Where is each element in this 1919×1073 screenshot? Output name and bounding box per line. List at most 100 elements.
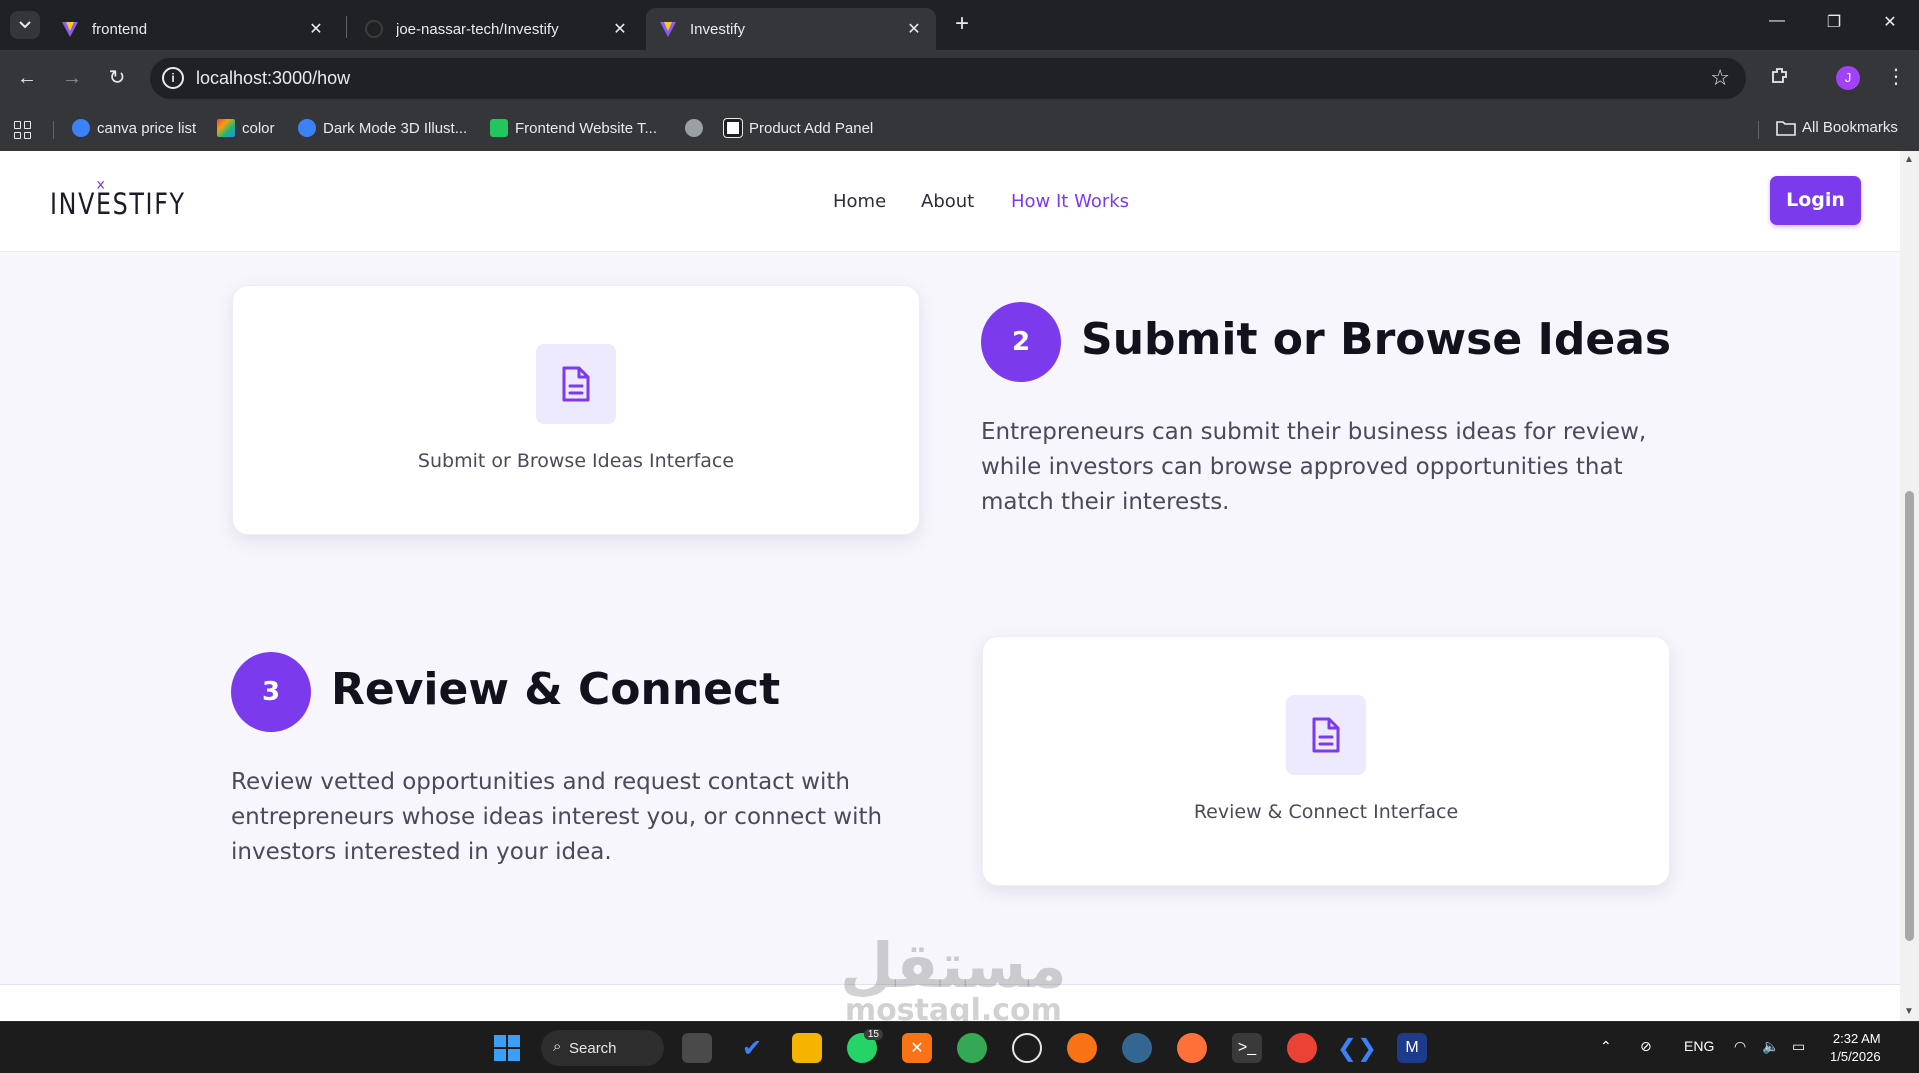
step-number-badge: 2	[981, 302, 1061, 382]
vscode-icon[interactable]: ❮❯	[1337, 1033, 1377, 1063]
scroll-down-icon[interactable]: ▼	[1904, 1006, 1914, 1017]
all-bookmarks-button[interactable]: All Bookmarks	[1776, 119, 1898, 136]
search-icon: ⌕	[553, 1038, 562, 1055]
todo-icon[interactable]: ✔	[737, 1033, 767, 1063]
bookmark-item[interactable]	[685, 119, 703, 137]
bookmarks-separator	[1758, 121, 1759, 139]
new-tab-button[interactable]: +	[950, 12, 974, 36]
taskbar-search[interactable]: ⌕ Search	[541, 1030, 664, 1066]
forward-arrow-icon[interactable]: →	[58, 64, 86, 92]
back-arrow-icon[interactable]: ←	[13, 64, 41, 92]
browser-tab[interactable]: joe-nassar-tech/Investify ✕	[352, 8, 642, 50]
github-icon	[365, 20, 383, 38]
bookmarks-separator	[53, 121, 54, 139]
more-menu-icon[interactable]: ⋮	[1886, 64, 1906, 89]
wifi-icon[interactable]: ◠	[1734, 1038, 1746, 1055]
login-button[interactable]: Login	[1770, 176, 1861, 225]
document-icon-box	[536, 344, 616, 424]
network-off-icon[interactable]: ⊘	[1640, 1038, 1652, 1055]
restore-icon[interactable]: ❐	[1819, 12, 1849, 32]
close-icon[interactable]: ✕	[904, 19, 924, 39]
tab-search-button[interactable]	[10, 11, 40, 39]
bookmark-item[interactable]: canva price list	[72, 119, 196, 137]
tab-title: frontend	[92, 20, 148, 38]
canva-icon	[298, 119, 316, 137]
terminal-icon[interactable]: >_	[1232, 1033, 1262, 1063]
document-icon-box	[1286, 695, 1366, 775]
notification-badge: 15	[863, 1029, 883, 1040]
frontend-icon	[490, 119, 508, 137]
card-label: Submit or Browse Ideas Interface	[417, 450, 735, 472]
bookmark-label: Product Add Panel	[749, 119, 874, 137]
volume-icon[interactable]: 🔈	[1762, 1038, 1779, 1055]
bookmark-item[interactable]: color	[217, 119, 275, 137]
battery-icon[interactable]: ▭	[1792, 1038, 1805, 1055]
browser-tab[interactable]: frontend ✕	[48, 8, 338, 50]
browser-tab-active[interactable]: Investify ✕	[646, 8, 936, 50]
firefox-icon[interactable]	[1177, 1033, 1207, 1063]
vite-icon	[62, 22, 78, 37]
profile-avatar[interactable]: J	[1836, 66, 1860, 90]
document-icon	[562, 366, 590, 402]
document-icon	[1312, 717, 1340, 753]
xampp-icon[interactable]: ✕	[902, 1033, 932, 1063]
bookmark-label: color	[242, 119, 275, 137]
close-icon[interactable]: ✕	[306, 19, 326, 39]
chrome-icon[interactable]	[957, 1033, 987, 1063]
page-viewport: INVESTIFY ✕ Home About How It Works Logi…	[0, 151, 1919, 1021]
site-header: INVESTIFY ✕ Home About How It Works Logi…	[0, 151, 1900, 252]
logo-text: INVESTIFY	[50, 187, 186, 221]
windows-taskbar: ⌕ Search ✔ 15 ✕ >_ ❮❯ M ⌃ ⊘ ENG ◠ 🔈 ▭ 2:…	[0, 1021, 1919, 1073]
file-explorer-icon[interactable]	[792, 1033, 822, 1063]
tab-separator	[346, 16, 347, 38]
nav-about[interactable]: About	[921, 191, 974, 212]
bookmark-label: Frontend Website T...	[515, 119, 658, 137]
footer-start	[0, 985, 1900, 1021]
bookmark-label: Dark Mode 3D Illust...	[323, 119, 468, 137]
browser-toolbar: ← → ↻ i localhost:3000/how ☆ J ⋮	[0, 50, 1919, 107]
windows-start-icon[interactable]	[492, 1033, 522, 1063]
chrome-profile-icon[interactable]	[1287, 1033, 1317, 1063]
bookmark-item[interactable]: Frontend Website T...	[490, 119, 657, 137]
url-text[interactable]: localhost:3000/how	[196, 68, 350, 89]
clock-date: 1/5/2026	[1830, 1049, 1881, 1064]
whatsapp-icon[interactable]: 15	[847, 1029, 883, 1063]
close-icon[interactable]: ✕	[610, 19, 630, 39]
color-icon	[217, 119, 235, 137]
site-info-icon[interactable]: i	[162, 67, 184, 89]
minimize-icon[interactable]: —	[1762, 12, 1792, 30]
extensions-icon[interactable]	[1770, 66, 1790, 91]
nav-home[interactable]: Home	[833, 191, 886, 212]
postgresql-icon[interactable]	[1122, 1033, 1152, 1063]
step-title: Submit or Browse Ideas	[1081, 314, 1672, 365]
scrollbar-thumb[interactable]	[1905, 491, 1914, 941]
speedometer-icon[interactable]	[1012, 1033, 1042, 1063]
task-view-icon[interactable]	[682, 1033, 712, 1063]
logo-accent-x: ✕	[95, 178, 108, 194]
chevron-down-icon	[19, 21, 31, 29]
taskbar-search-label: Search	[569, 1039, 617, 1057]
bookmark-item[interactable]: Product Add Panel	[724, 119, 873, 137]
nav-how-it-works[interactable]: How It Works	[1011, 191, 1129, 212]
codepen-icon	[724, 119, 742, 137]
reload-icon[interactable]: ↻	[103, 64, 131, 92]
bookmark-star-icon[interactable]: ☆	[1710, 65, 1730, 91]
bookmark-item[interactable]: Dark Mode 3D Illust...	[298, 119, 467, 137]
language-indicator[interactable]: ENG	[1684, 1038, 1714, 1054]
app-icon[interactable]: M	[1397, 1033, 1427, 1063]
globe-icon	[685, 119, 703, 137]
address-bar[interactable]: i localhost:3000/how ☆	[150, 58, 1746, 99]
step-3-preview-card: Review & Connect Interface	[982, 636, 1670, 886]
bookmark-label: canva price list	[97, 119, 197, 137]
chevron-up-icon[interactable]: ⌃	[1600, 1038, 1612, 1055]
step-2-preview-card: Submit or Browse Ideas Interface	[232, 285, 920, 535]
postman-icon[interactable]	[1067, 1033, 1097, 1063]
site-logo[interactable]: INVESTIFY ✕	[50, 178, 186, 221]
system-clock[interactable]: 2:32 AM 1/5/2026	[1830, 1030, 1881, 1066]
vertical-scrollbar[interactable]: ▲ ▼	[1900, 151, 1919, 1021]
window-close-icon[interactable]: ✕	[1875, 12, 1905, 32]
apps-grid-icon[interactable]	[14, 121, 32, 139]
folder-icon	[1776, 120, 1796, 136]
scroll-up-icon[interactable]: ▲	[1904, 154, 1914, 165]
clock-time: 2:32 AM	[1832, 1031, 1881, 1046]
